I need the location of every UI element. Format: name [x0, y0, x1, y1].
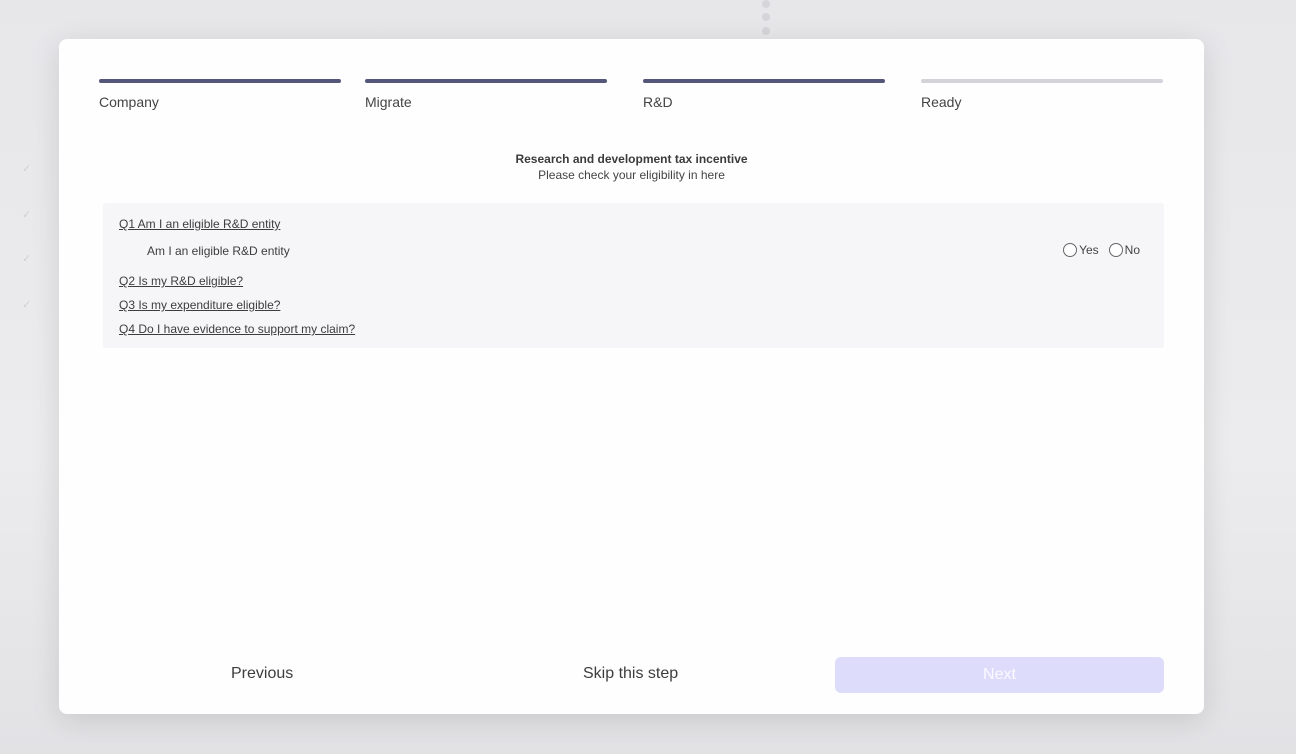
section-heading: Research and development tax incentive P… — [59, 152, 1204, 182]
background-dot — [762, 27, 770, 35]
background-check-icon: ✓ — [22, 253, 32, 265]
section-subtitle: Please check your eligibility in here — [538, 168, 725, 182]
step-label: Ready — [921, 94, 962, 110]
step-migrate: Migrate — [365, 79, 607, 110]
step-progress-bar — [921, 79, 1163, 83]
section-title: Research and development tax incentive — [515, 152, 748, 166]
step-progress-bar — [99, 79, 341, 83]
background-check-icon: ✓ — [22, 209, 32, 221]
question-link-q3[interactable]: Q3 Is my expenditure eligible? — [119, 298, 280, 312]
step-label: Company — [99, 94, 159, 110]
radio-yes[interactable]: Yes — [1063, 243, 1099, 257]
step-progress-bar — [643, 79, 885, 83]
background-dot — [762, 0, 770, 8]
background-check-icon: ✓ — [22, 299, 32, 311]
radio-label: No — [1124, 243, 1140, 257]
wizard-progress: Company Migrate R&D Ready — [99, 79, 1164, 119]
skip-step-button[interactable]: Skip this step — [583, 665, 678, 683]
step-company: Company — [99, 79, 341, 110]
step-ready: Ready — [921, 79, 1163, 110]
question-link-q2[interactable]: Q2 Is my R&D eligible? — [119, 274, 243, 288]
question-link-q1[interactable]: Q1 Am I an eligible R&D entity — [119, 217, 280, 231]
radio-no[interactable]: No — [1108, 243, 1140, 257]
next-button[interactable]: Next — [835, 657, 1164, 693]
step-label: R&D — [643, 94, 673, 110]
question-link-q4[interactable]: Q4 Do I have evidence to support my clai… — [119, 322, 355, 336]
onboarding-modal: Company Migrate R&D Ready Research and d… — [59, 39, 1204, 714]
q1-answer-group: Yes No — [1053, 243, 1140, 257]
radio-circle-icon[interactable] — [1063, 243, 1078, 257]
previous-button[interactable]: Previous — [231, 665, 293, 683]
background-check-icon: ✓ — [22, 163, 32, 175]
step-rnd: R&D — [643, 79, 885, 110]
step-progress-bar — [365, 79, 607, 83]
step-label: Migrate — [365, 94, 412, 110]
sub-question-label: Am I an eligible R&D entity — [147, 244, 290, 258]
radio-circle-icon[interactable] — [1108, 243, 1123, 257]
eligibility-questions-panel: Q1 Am I an eligible R&D entity Am I an e… — [103, 203, 1164, 348]
radio-label: Yes — [1079, 243, 1099, 257]
background-dot — [762, 13, 770, 21]
wizard-footer: Previous Skip this step Next — [59, 657, 1204, 693]
